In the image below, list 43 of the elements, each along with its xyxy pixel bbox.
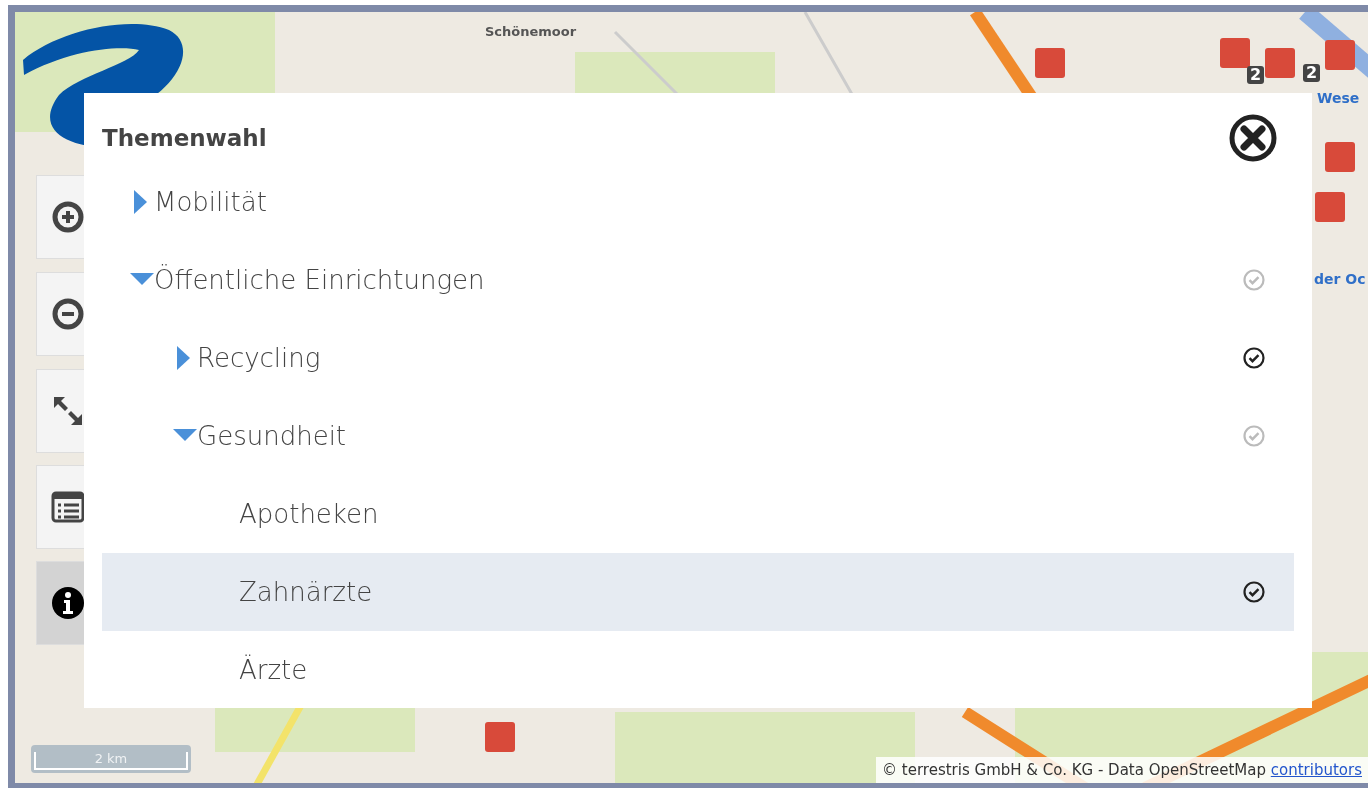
tree-item-label: Apotheken (239, 497, 380, 531)
tree-row[interactable]: Mobilität (102, 163, 1294, 241)
tree-item-label: Ärzte (239, 653, 309, 687)
attribution-text: © terrestris GmbH & Co. KG - Data OpenStreetMap (882, 760, 1267, 779)
tree-item-label: Gesundheit (197, 419, 348, 453)
map-label: der Oc (1314, 270, 1366, 289)
scale-bar: 2 km (31, 745, 191, 773)
cluster-count: 2 (1247, 66, 1265, 84)
map-label: Schönemoor (485, 23, 577, 41)
tree-row[interactable]: Öffentliche Einrichtungen (102, 241, 1294, 319)
tree-item-label: Zahnärzte (239, 575, 374, 609)
check-circle-icon[interactable] (1242, 580, 1266, 604)
tree-row[interactable]: Zahnärzte (102, 553, 1294, 631)
dialog-title: Themenwahl (102, 123, 267, 153)
caret-right-icon[interactable] (134, 190, 148, 214)
poi-marker-icon[interactable] (1325, 40, 1355, 70)
zoom-out-icon (51, 297, 85, 331)
contributors-link[interactable]: contributors (1270, 760, 1362, 779)
check-circle-icon[interactable] (1242, 424, 1266, 448)
tree-row[interactable]: Gesundheit (102, 397, 1294, 475)
tree-item-label: Mobilität (154, 185, 268, 219)
poi-marker-icon[interactable] (1315, 192, 1345, 222)
poi-marker-icon[interactable] (1325, 142, 1355, 172)
poi-marker-icon[interactable] (1220, 38, 1250, 68)
tree-row[interactable]: Apotheken (102, 475, 1294, 553)
zoom-in-icon (51, 200, 85, 234)
poi-marker-icon[interactable] (1035, 48, 1065, 78)
poi-marker-icon[interactable] (485, 722, 515, 752)
tree-row[interactable]: Recycling (102, 319, 1294, 397)
tree-item-label: Recycling (197, 341, 322, 375)
caret-down-icon[interactable] (130, 273, 154, 287)
list-icon (51, 490, 85, 524)
tree-row[interactable]: Ärzte (102, 631, 1294, 709)
caret-right-icon[interactable] (177, 346, 191, 370)
expand-arrows-icon (51, 394, 85, 428)
caret-down-icon[interactable] (173, 429, 197, 443)
close-icon[interactable] (1228, 113, 1278, 163)
map-label: Wese (1317, 89, 1360, 108)
check-circle-icon[interactable] (1242, 268, 1266, 292)
poi-marker-icon[interactable] (1265, 48, 1295, 78)
check-circle-icon[interactable] (1242, 346, 1266, 370)
tree-item-label: Öffentliche Einrichtungen (154, 263, 486, 297)
cluster-count: 2 (1303, 64, 1321, 82)
